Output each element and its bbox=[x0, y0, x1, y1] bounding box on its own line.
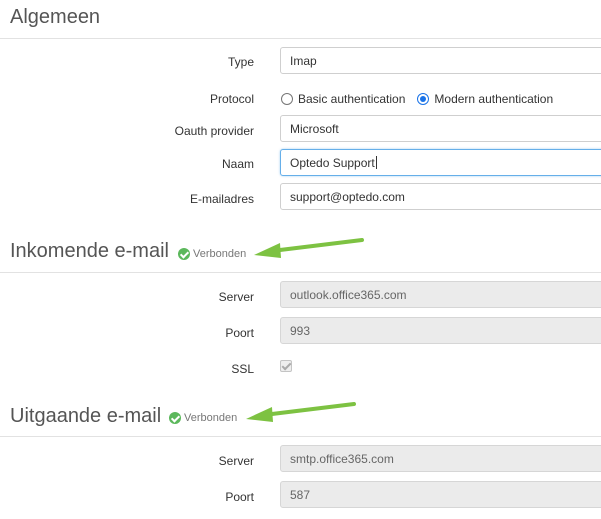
oauth-provider-label: Oauth provider bbox=[174, 124, 254, 138]
check-circle-icon bbox=[169, 412, 181, 424]
outgoing-port-label: Poort bbox=[225, 490, 254, 504]
incoming-server-value: outlook.office365.com bbox=[290, 288, 407, 302]
incoming-port-label: Poort bbox=[225, 326, 254, 340]
incoming-port-value: 993 bbox=[290, 324, 311, 338]
radio-modern[interactable] bbox=[417, 93, 430, 105]
name-label: Naam bbox=[221, 157, 254, 171]
section-title-outgoing: Uitgaande e-mail bbox=[10, 405, 162, 427]
email-value: support@optedo.com bbox=[290, 190, 405, 204]
type-label: Type bbox=[227, 55, 254, 69]
divider bbox=[0, 436, 601, 437]
outgoing-server-label: Server bbox=[218, 454, 254, 468]
check-circle-icon bbox=[178, 248, 190, 260]
incoming-status-badge: Verbonden bbox=[178, 248, 246, 260]
name-value: Optedo Support bbox=[290, 156, 375, 170]
protocol-option-basic-label: Basic authentication bbox=[298, 92, 406, 106]
divider bbox=[0, 38, 601, 39]
green-arrow-annotation bbox=[246, 402, 356, 422]
outgoing-port-field[interactable]: 587 bbox=[280, 481, 601, 508]
email-field[interactable]: support@optedo.com bbox=[280, 183, 601, 210]
type-field[interactable]: Imap bbox=[280, 47, 601, 74]
incoming-port-field[interactable]: 993 bbox=[280, 317, 601, 344]
email-label: E-mailadres bbox=[189, 192, 254, 206]
green-arrow-annotation bbox=[254, 238, 364, 258]
divider bbox=[0, 272, 601, 273]
protocol-label: Protocol bbox=[209, 92, 254, 106]
type-value: Imap bbox=[290, 54, 317, 68]
name-field[interactable]: Optedo Support bbox=[280, 149, 601, 176]
outgoing-status-text: Verbonden bbox=[184, 412, 238, 424]
outgoing-server-field[interactable]: smtp.office365.com bbox=[280, 445, 601, 472]
protocol-option-basic[interactable]: Basic authentication bbox=[281, 92, 405, 106]
text-caret bbox=[375, 156, 377, 169]
incoming-server-field[interactable]: outlook.office365.com bbox=[280, 281, 601, 308]
protocol-radio-group: Basic authentication Modern authenticati… bbox=[281, 92, 565, 106]
protocol-option-modern-label: Modern authentication bbox=[434, 92, 554, 106]
protocol-option-modern[interactable]: Modern authentication bbox=[417, 92, 553, 106]
outgoing-status-badge: Verbonden bbox=[169, 412, 237, 424]
incoming-server-label: Server bbox=[218, 290, 254, 304]
ssl-label: SSL bbox=[231, 362, 254, 376]
section-title-general: Algemeen bbox=[10, 6, 101, 28]
radio-basic[interactable] bbox=[281, 93, 293, 105]
oauth-provider-field[interactable]: Microsoft bbox=[280, 115, 601, 142]
outgoing-server-value: smtp.office365.com bbox=[290, 452, 394, 466]
ssl-checkbox[interactable] bbox=[280, 360, 292, 372]
outgoing-port-value: 587 bbox=[290, 488, 311, 502]
section-title-incoming: Inkomende e-mail bbox=[10, 240, 169, 262]
oauth-provider-value: Microsoft bbox=[290, 122, 339, 136]
incoming-status-text: Verbonden bbox=[193, 248, 247, 260]
